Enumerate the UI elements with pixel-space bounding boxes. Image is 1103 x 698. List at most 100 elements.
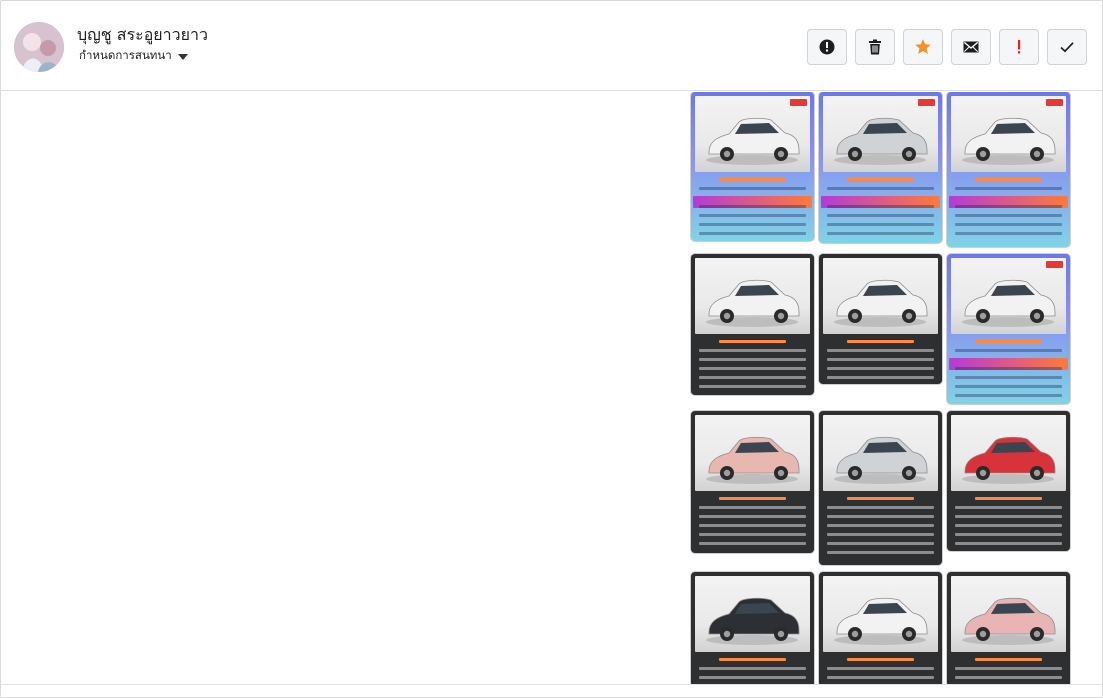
info-stripe [699, 214, 806, 217]
star-button[interactable] [903, 29, 943, 65]
info-stripe [827, 667, 934, 670]
car-photo [695, 576, 810, 652]
car-photo [695, 258, 810, 334]
info-stripe [955, 223, 1062, 226]
mark-done-button[interactable] [1047, 29, 1087, 65]
info-stripe [699, 367, 806, 370]
info-stripe [827, 349, 934, 352]
car-image-11[interactable] [819, 572, 942, 686]
car-icon [962, 436, 1056, 484]
car-image-10[interactable] [691, 572, 814, 686]
info-stripe [975, 178, 1042, 181]
info-stripe [827, 367, 934, 370]
info-stripe [699, 506, 806, 509]
car-icon [834, 436, 928, 484]
info-stripe [975, 658, 1042, 661]
delete-button[interactable] [855, 29, 895, 65]
car-icon [706, 597, 800, 645]
car-image-1[interactable] [691, 92, 814, 241]
car-photo [951, 258, 1066, 334]
trash-icon [869, 39, 881, 55]
alert-circle-icon [819, 39, 835, 55]
car-image-2[interactable] [819, 92, 942, 243]
info-stripe [955, 187, 1062, 190]
caret-down-icon [177, 53, 188, 60]
info-stripe [827, 515, 934, 518]
car-photo [695, 415, 810, 491]
info-stripe [719, 658, 786, 661]
car-icon [706, 436, 800, 484]
check-icon [1060, 42, 1074, 53]
info-stripe [699, 205, 806, 208]
info-stripe [955, 349, 1062, 352]
info-stripe [847, 658, 914, 661]
car-image-4[interactable] [691, 254, 814, 395]
info-stripe [827, 232, 934, 235]
info-stripe [975, 340, 1042, 343]
info-stripe [699, 515, 806, 518]
promo-badge [1046, 261, 1063, 268]
car-photo [823, 96, 938, 172]
info-stripe [827, 542, 934, 545]
info-stripe [827, 187, 934, 190]
car-image-7[interactable] [691, 411, 814, 553]
info-stripe [955, 542, 1062, 545]
car-image-12[interactable] [947, 572, 1070, 686]
info-stripe [719, 340, 786, 343]
car-icon [962, 117, 1056, 165]
car-image-grid [1, 92, 1102, 686]
info-stripe [955, 214, 1062, 217]
info-stripe [827, 524, 934, 527]
info-stripe [699, 676, 806, 679]
info-stripe [955, 205, 1062, 208]
info-stripe [955, 367, 1062, 370]
info-stripe [955, 676, 1062, 679]
conversation-header: บุญชู สระอูยาวยาว กำหนดการสนทนา [1, 1, 1102, 91]
car-image-3[interactable] [947, 92, 1070, 247]
car-photo [951, 576, 1066, 652]
car-icon [706, 117, 800, 165]
info-stripe [827, 676, 934, 679]
follow-up-button[interactable] [999, 29, 1039, 65]
message-thread[interactable] [1, 92, 1102, 686]
info-stripe [699, 385, 806, 388]
car-photo [823, 258, 938, 334]
car-image-6[interactable] [947, 254, 1070, 404]
info-stripe [699, 232, 806, 235]
info-stripe [955, 524, 1062, 527]
promo-badge [918, 99, 935, 106]
car-image-5[interactable] [819, 254, 942, 384]
avatar[interactable] [14, 22, 64, 72]
car-image-8[interactable] [819, 411, 942, 565]
info-stripe [955, 394, 1062, 397]
car-image-9[interactable] [947, 411, 1070, 551]
info-stripe [699, 223, 806, 226]
info-stripe [719, 178, 786, 181]
info-stripe [847, 497, 914, 500]
info-stripe [827, 223, 934, 226]
car-icon [962, 279, 1056, 327]
car-icon [834, 117, 928, 165]
info-stripe [827, 358, 934, 361]
info-stripe [699, 187, 806, 190]
assign-conversation-dropdown[interactable]: กำหนดการสนทนา [79, 47, 188, 65]
composer-edge [1, 684, 1102, 697]
info-stripe [827, 533, 934, 536]
info-stripe [847, 178, 914, 181]
assign-conversation-label: กำหนดการสนทนา [79, 48, 172, 62]
promo-badge [1046, 99, 1063, 106]
exclamation-icon [1018, 40, 1021, 54]
car-photo [823, 415, 938, 491]
info-stripe [955, 533, 1062, 536]
info-stripe [975, 497, 1042, 500]
mark-spam-button[interactable] [807, 29, 847, 65]
info-stripe [699, 376, 806, 379]
info-stripe [827, 214, 934, 217]
info-stripe [827, 205, 934, 208]
star-icon [915, 39, 931, 54]
info-stripe [699, 542, 806, 545]
mark-unread-button[interactable] [951, 29, 991, 65]
info-stripe [699, 667, 806, 670]
chat-window: บุญชู สระอูยาวยาว กำหนดการสนทนา [0, 0, 1103, 698]
info-stripe [827, 376, 934, 379]
